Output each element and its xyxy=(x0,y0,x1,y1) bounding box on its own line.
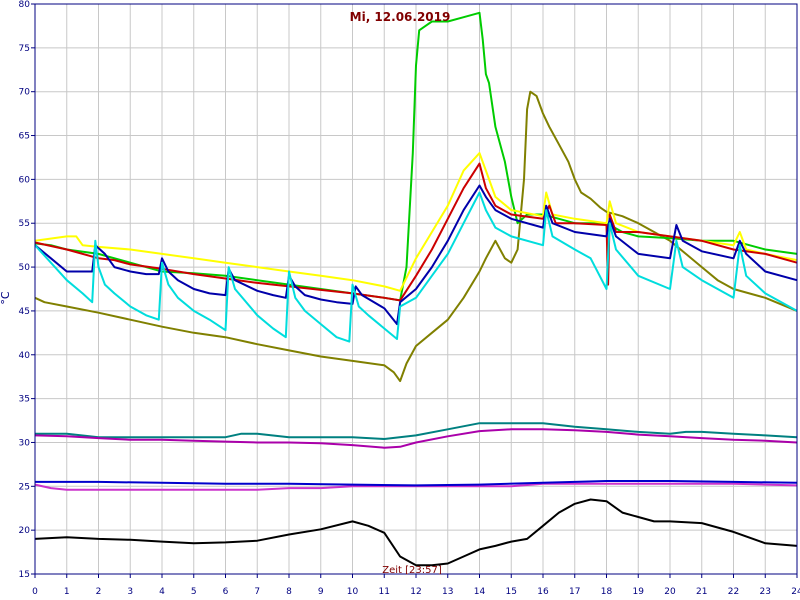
y-tick-label: 55 xyxy=(19,219,30,229)
x-tick-label: 21 xyxy=(696,587,707,597)
x-tick-label: 18 xyxy=(601,587,613,597)
x-tick-label: 4 xyxy=(159,587,165,597)
x-tick-label: 15 xyxy=(506,587,517,597)
x-tick-label: 0 xyxy=(32,587,38,597)
y-tick-label: 30 xyxy=(19,438,31,448)
x-tick-label: 8 xyxy=(286,587,292,597)
chart-title: Mi, 12.06.2019 xyxy=(350,10,451,24)
y-axis-label: °C xyxy=(0,291,12,305)
y-tick-label: 35 xyxy=(19,395,30,405)
y-tick-label: 25 xyxy=(19,482,30,492)
y-tick-label: 40 xyxy=(19,351,31,361)
x-tick-label: 13 xyxy=(442,587,453,597)
x-tick-label: 16 xyxy=(537,587,549,597)
x-tick-label: 1 xyxy=(64,587,70,597)
x-tick-label: 14 xyxy=(474,587,486,597)
y-tick-label: 50 xyxy=(19,263,31,273)
x-tick-label: 10 xyxy=(347,587,359,597)
time-label: Zeit [23:57] xyxy=(382,565,442,576)
y-tick-label: 75 xyxy=(19,44,30,54)
y-tick-label: 20 xyxy=(19,526,31,536)
chart-tick-labels: 0 1 2 3 4 5 6 7 8 9 10 11 12 13 14 15 16 17 18 19 20 21 22 23 24… xyxy=(19,0,800,597)
x-tick-label: 11 xyxy=(379,587,390,597)
x-tick-label: 23 xyxy=(760,587,771,597)
y-tick-label: 45 xyxy=(19,307,30,317)
x-tick-label: 3 xyxy=(127,587,133,597)
x-tick-label: 19 xyxy=(633,587,645,597)
y-tick-label: 60 xyxy=(19,175,31,185)
x-tick-label: 12 xyxy=(410,587,421,597)
y-tick-label: 70 xyxy=(19,88,31,98)
x-tick-label: 2 xyxy=(96,587,102,597)
x-tick-label: 5 xyxy=(191,587,197,597)
temperature-chart: 0 1 2 3 4 5 6 7 8 9 10 11 12 13 14 15 16 17 18 19 20 21 22 23 24… xyxy=(0,0,800,597)
y-tick-label: 65 xyxy=(19,132,30,142)
x-tick-label: 22 xyxy=(728,587,739,597)
x-tick-label: 24 xyxy=(791,587,800,597)
x-tick-label: 20 xyxy=(664,587,676,597)
x-tick-label: 17 xyxy=(569,587,580,597)
y-tick-label: 80 xyxy=(19,0,31,10)
x-tick-label: 9 xyxy=(318,587,324,597)
x-tick-label: 6 xyxy=(223,587,229,597)
x-tick-label: 7 xyxy=(254,587,260,597)
y-tick-label: 15 xyxy=(19,570,30,580)
